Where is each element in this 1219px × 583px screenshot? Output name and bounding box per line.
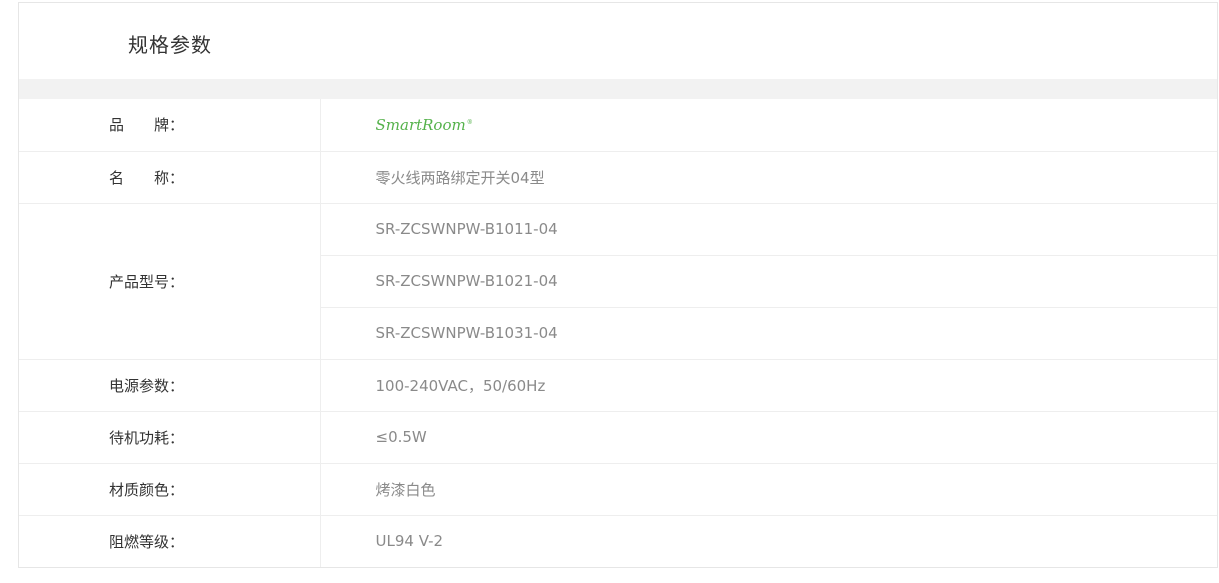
section-title: 规格参数 <box>128 33 212 57</box>
spec-value-model-1: SR-ZCSWNPW-B1011-04 <box>320 203 1217 256</box>
spec-value-model-2: SR-ZCSWNPW-B1021-04 <box>320 255 1217 308</box>
spec-table: 品 牌： SmartRoom® 名 称： 零火线两路绑定开关04型 产品型号： … <box>19 99 1217 567</box>
spec-row-name: 名 称： 零火线两路绑定开关04型 <box>19 151 1217 204</box>
spec-label-power: 电源参数： <box>19 359 321 412</box>
spec-label-material: 材质颜色： <box>19 463 321 516</box>
spec-label-standby: 待机功耗： <box>19 411 321 464</box>
spec-panel: 规格参数 品 牌： SmartRoom® 名 称： 零火线两路绑定开关04型 产… <box>18 2 1218 568</box>
spec-row-brand: 品 牌： SmartRoom® <box>19 99 1217 152</box>
smartroom-logo: SmartRoom® <box>376 116 473 134</box>
spec-value-power: 100-240VAC，50/60Hz <box>320 359 1217 412</box>
spec-value-name: 零火线两路绑定开关04型 <box>320 151 1217 204</box>
divider-band <box>19 79 1217 99</box>
spec-value-brand: SmartRoom® <box>320 99 1217 152</box>
spec-label-model: 产品型号： <box>19 203 321 360</box>
spec-label-name: 名 称： <box>19 151 321 204</box>
spec-value-flame: UL94 V-2 <box>375 532 444 551</box>
spec-row-standby: 待机功耗： ≤0.5W <box>19 411 1217 464</box>
spec-label-flame: 阻燃等级： <box>19 515 321 567</box>
logo-text: SmartRoom <box>375 115 466 134</box>
spec-value-model-3: SR-ZCSWNPW-B1031-04 <box>320 307 1217 360</box>
spec-value-standby: ≤0.5W <box>320 411 1217 464</box>
spec-value-material: 烤漆白色 <box>320 463 1217 516</box>
spec-row-model: 产品型号： SR-ZCSWNPW-B1011-04 <box>19 203 1217 360</box>
spec-row-power: 电源参数： 100-240VAC，50/60Hz <box>19 359 1217 412</box>
spec-row-material: 材质颜色： 烤漆白色 <box>19 463 1217 516</box>
spec-label-brand: 品 牌： <box>19 99 321 152</box>
spec-row-flame: 阻燃等级： UL94 V-2 <box>19 515 1217 567</box>
registered-mark: ® <box>466 118 473 126</box>
panel-header: 规格参数 <box>19 3 1217 79</box>
